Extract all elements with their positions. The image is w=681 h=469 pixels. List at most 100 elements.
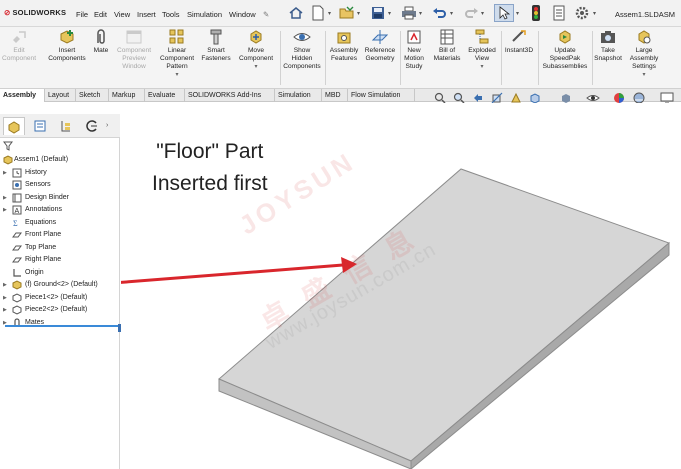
caption-line-2: Inserted first <box>152 172 268 195</box>
show-hidden-components-button[interactable]: Show Hidden Components <box>281 29 323 71</box>
tree-node-origin[interactable]: Origin <box>0 267 118 279</box>
solidworks-logo[interactable]: ⊘ SOLIDWORKS <box>4 8 66 17</box>
tab-sketch[interactable]: Sketch <box>76 89 109 102</box>
ds-logo-icon: ⊘ <box>4 8 11 17</box>
edit-component-icon <box>10 29 28 45</box>
select-pointer-icon[interactable] <box>494 4 514 22</box>
move-component-icon <box>247 29 265 45</box>
assembly-features-icon <box>335 29 353 45</box>
insert-components-button[interactable]: Insert Components <box>44 29 90 63</box>
expand-arrow-icon[interactable]: ▶ <box>3 192 7 204</box>
menu-simulation[interactable]: Simulation <box>187 10 222 19</box>
tree-node-ground-part[interactable]: ▶ (f) Ground<2> (Default) <box>0 279 118 291</box>
plane-icon <box>12 243 22 253</box>
featuremanager-tree-tab[interactable] <box>3 117 25 135</box>
exploded-view-icon <box>473 29 491 45</box>
gear-icon[interactable] <box>572 4 592 22</box>
chevron-down-icon[interactable]: ▾ <box>175 71 178 79</box>
menu-file[interactable]: File <box>76 10 88 19</box>
property-manager-tab[interactable] <box>29 117 51 135</box>
tab-simulation[interactable]: Simulation <box>275 89 322 102</box>
smart-fasteners-button[interactable]: Smart Fasteners <box>199 29 233 63</box>
tab-solidworks-add-ins[interactable]: SOLIDWORKS Add-Ins <box>185 89 275 102</box>
redo-icon[interactable] <box>461 4 481 22</box>
binder-icon <box>12 193 22 203</box>
menu-view[interactable]: View <box>114 10 130 19</box>
mate-button[interactable]: Mate <box>90 29 112 55</box>
chevron-down-icon[interactable]: ▾ <box>388 10 391 17</box>
tab-mbd[interactable]: MBD <box>322 89 348 102</box>
tab-evaluate[interactable]: Evaluate <box>145 89 185 102</box>
chevron-down-icon[interactable]: ▾ <box>516 10 519 17</box>
edit-component-button[interactable]: Edit Component <box>2 29 36 63</box>
tree-node-annotations[interactable]: ▶ A Annotations <box>0 204 118 216</box>
take-snapshot-button[interactable]: Take Snapshot <box>592 29 624 63</box>
tree-node-sensors[interactable]: Sensors <box>0 179 118 191</box>
undo-icon[interactable] <box>430 4 450 22</box>
tree-node-assembly[interactable]: Assem1 (Default) <box>0 154 118 166</box>
filter-icon[interactable] <box>3 141 15 151</box>
tree-node-top-plane[interactable]: Top Plane <box>0 242 118 254</box>
tab-layout[interactable]: Layout <box>45 89 76 102</box>
configuration-manager-tab[interactable] <box>55 117 77 135</box>
rollback-bar[interactable] <box>5 325 119 327</box>
expand-arrow-icon[interactable]: ▶ <box>3 204 7 216</box>
new-document-icon[interactable] <box>308 4 328 22</box>
menu-window[interactable]: Window <box>229 10 256 19</box>
chevron-right-icon[interactable]: › <box>106 122 108 129</box>
instant3d-button[interactable]: Instant3D <box>502 29 536 55</box>
tab-markup[interactable]: Markup <box>109 89 145 102</box>
new-motion-study-button[interactable]: New Motion Study <box>401 29 427 71</box>
menu-edit[interactable]: Edit <box>94 10 107 19</box>
chevron-down-icon[interactable]: ▾ <box>419 10 422 17</box>
tree-node-equations[interactable]: Σ Equations <box>0 217 118 229</box>
open-folder-icon[interactable] <box>337 4 357 22</box>
bolt-icon <box>207 29 225 45</box>
sensor-icon <box>12 180 22 190</box>
linear-component-pattern-button[interactable]: Linear Component Pattern ▾ <box>155 29 199 79</box>
bill-of-materials-button[interactable]: Bill of Materials <box>430 29 464 63</box>
insert-components-icon <box>58 29 76 45</box>
print-icon[interactable] <box>399 4 419 22</box>
expand-arrow-icon[interactable]: ▶ <box>3 304 7 316</box>
expand-arrow-icon[interactable]: ▶ <box>3 292 7 304</box>
chevron-down-icon[interactable]: ▾ <box>328 10 331 17</box>
tree-node-right-plane[interactable]: Right Plane <box>0 254 118 266</box>
menu-insert[interactable]: Insert <box>137 10 156 19</box>
chevron-down-icon[interactable]: ▾ <box>481 10 484 17</box>
rebuild-traffic-light-icon[interactable] <box>526 4 546 22</box>
equation-icon: Σ <box>12 218 22 228</box>
expand-arrow-icon[interactable]: ▶ <box>3 167 7 179</box>
tab-assembly[interactable]: Assembly <box>0 89 45 102</box>
pin-icon[interactable]: ✎ <box>263 10 269 19</box>
eye-icon <box>293 29 311 45</box>
large-assembly-settings-button[interactable]: Large Assembly Settings ▾ <box>626 29 662 79</box>
tree-node-design-binder[interactable]: ▶ Design Binder <box>0 192 118 204</box>
expand-arrow-icon[interactable]: ▶ <box>3 279 7 291</box>
menu-tools[interactable]: Tools <box>162 10 180 19</box>
table-icon <box>438 29 456 45</box>
reference-geometry-button[interactable]: Reference Geometry <box>362 29 398 63</box>
tree-node-history[interactable]: ▶ History <box>0 167 118 179</box>
move-component-button[interactable]: Move Component ▾ <box>235 29 277 71</box>
exploded-view-button[interactable]: Exploded View ▾ <box>465 29 499 71</box>
save-icon[interactable] <box>368 4 388 22</box>
chevron-down-icon[interactable]: ▾ <box>642 71 645 79</box>
home-icon[interactable] <box>286 4 306 22</box>
component-preview-window-button[interactable]: Component Preview Window <box>112 29 156 71</box>
dimxpert-manager-tab[interactable] <box>81 117 103 135</box>
assembly-features-button[interactable]: Assembly Features <box>326 29 362 63</box>
tab-flow-simulation[interactable]: Flow Simulation <box>348 89 415 102</box>
update-speedpak-subassemblies-button[interactable]: Update SpeedPak Subassemblies <box>539 29 591 71</box>
chevron-down-icon[interactable]: ▾ <box>357 10 360 17</box>
chevron-down-icon[interactable]: ▾ <box>450 10 453 17</box>
svg-text:Σ: Σ <box>13 219 18 228</box>
chevron-down-icon[interactable]: ▾ <box>480 63 483 71</box>
tree-node-piece2[interactable]: ▶ Piece2<2> (Default) <box>0 304 118 316</box>
file-properties-icon[interactable] <box>549 4 569 22</box>
chevron-down-icon[interactable]: ▾ <box>593 10 596 17</box>
tree-node-front-plane[interactable]: Front Plane <box>0 229 118 241</box>
chevron-down-icon[interactable]: ▾ <box>254 63 257 71</box>
speedpak-icon <box>556 29 574 45</box>
tree-node-piece1[interactable]: ▶ Piece1<2> (Default) <box>0 292 118 304</box>
